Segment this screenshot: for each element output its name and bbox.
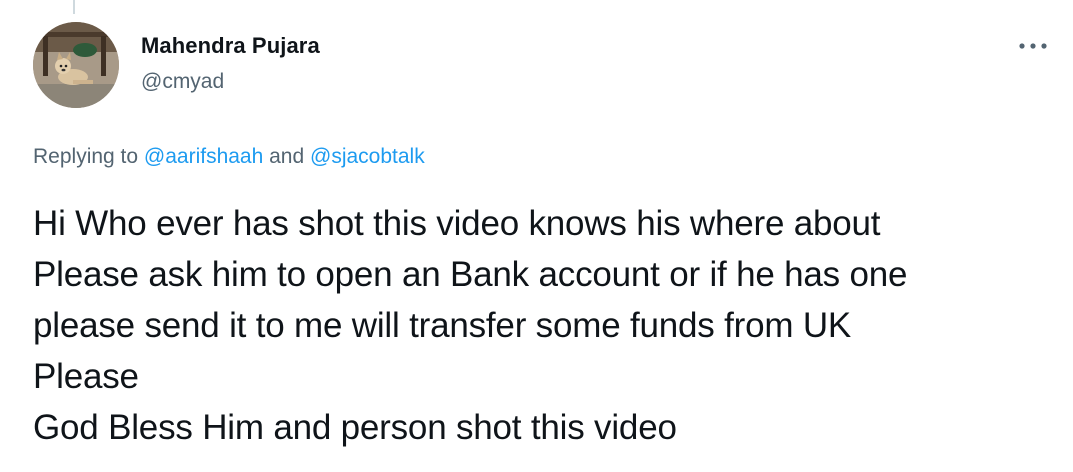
tweet-text: Hi Who ever has shot this video knows hi… — [33, 198, 1053, 453]
more-options-button[interactable] — [1017, 34, 1049, 58]
author-handle[interactable]: @cmyad — [141, 68, 320, 96]
tweet-text-line: Hi Who ever has shot this video knows hi… — [33, 204, 881, 243]
tweet-text-line: please send it to me will transfer some … — [33, 306, 852, 345]
avatar[interactable] — [33, 22, 119, 108]
tweet-text-line: Please — [33, 357, 139, 396]
more-horizontal-icon — [1019, 43, 1047, 49]
tweet-text-line: God Bless Him and person shot this video — [33, 408, 677, 447]
replying-to-context: Replying to @aarifshaah and @sjacobtalk — [33, 143, 425, 171]
replying-to-conjunction: and — [263, 145, 311, 168]
dog-photo-icon — [33, 22, 119, 108]
author-display-name[interactable]: Mahendra Pujara — [141, 32, 320, 60]
replying-to-label: Replying to — [33, 145, 144, 168]
thread-connector-line — [73, 0, 75, 14]
mention-link-aarifshaah[interactable]: @aarifshaah — [144, 145, 263, 168]
tweet-text-line: Please ask him to open an Bank account o… — [33, 255, 908, 294]
tweet-author: Mahendra Pujara @cmyad — [141, 32, 320, 96]
mention-link-sjacobtalk[interactable]: @sjacobtalk — [310, 145, 425, 168]
